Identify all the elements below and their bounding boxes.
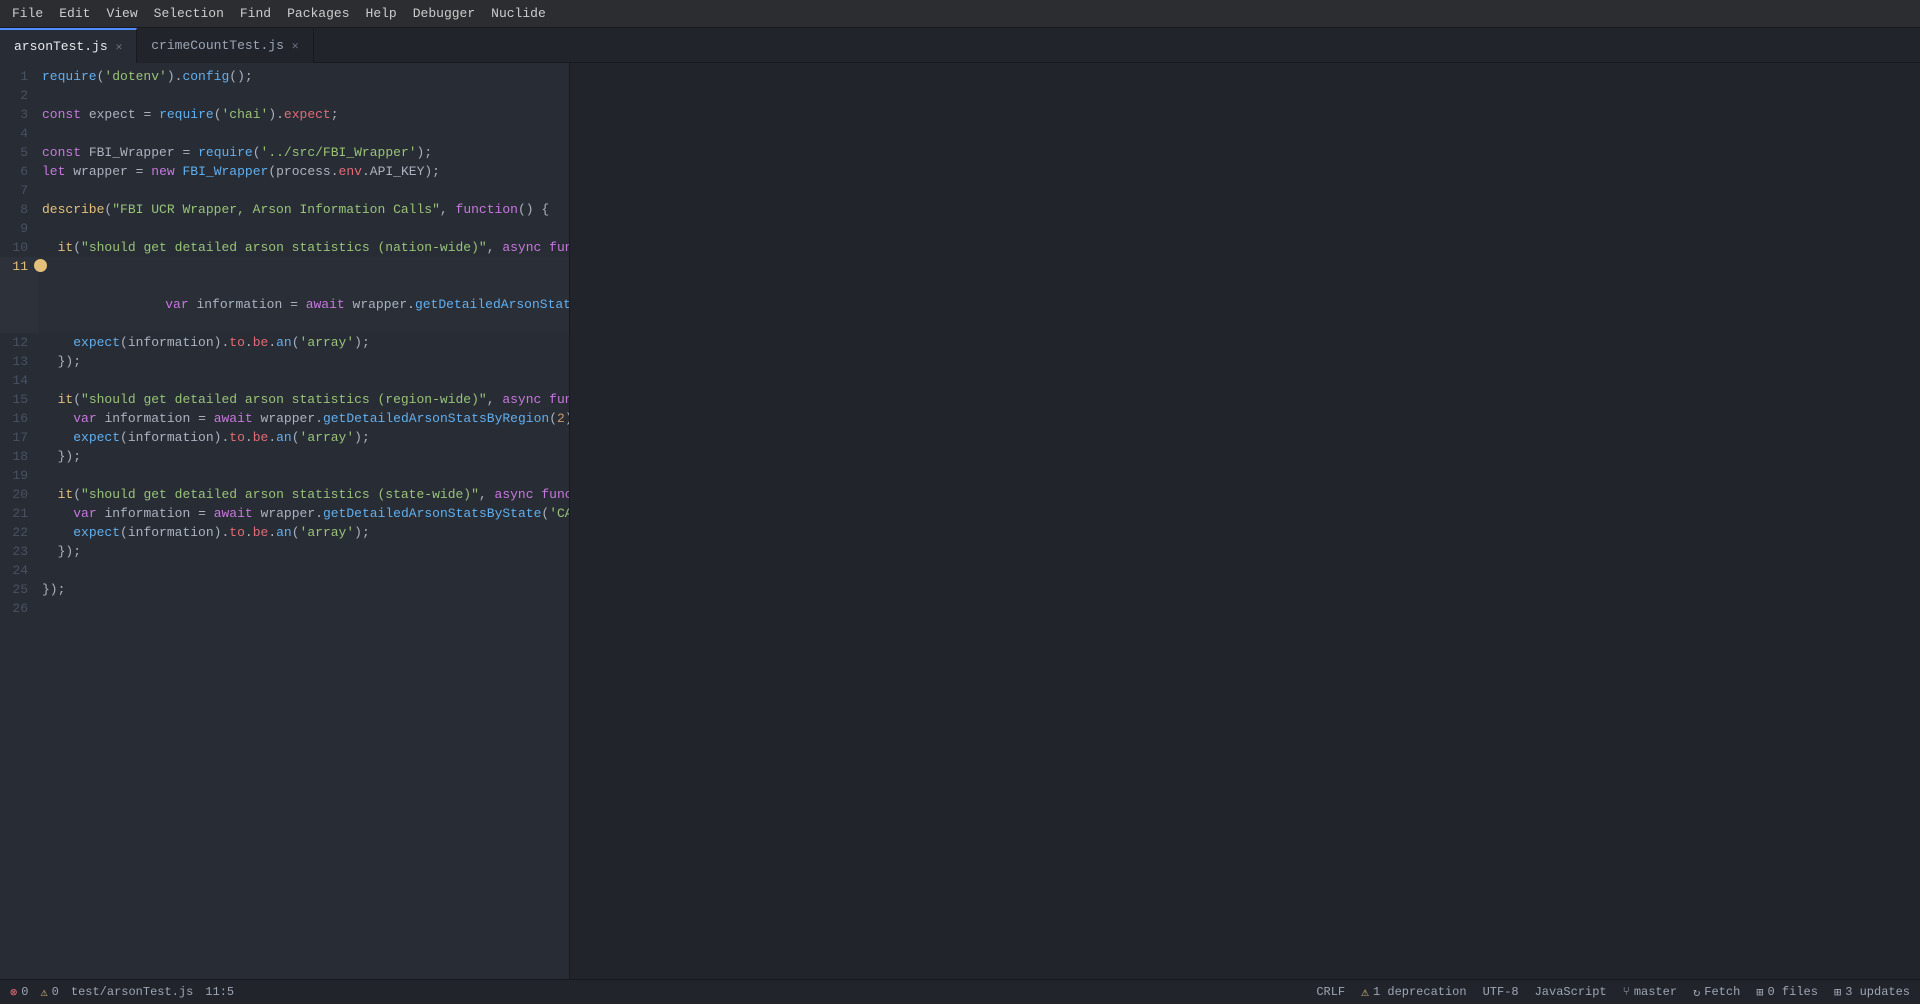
table-row: 1 require('dotenv').config(); <box>0 67 569 86</box>
cursor-position-item[interactable]: 11:5 <box>205 985 234 999</box>
menu-selection[interactable]: Selection <box>146 4 232 23</box>
close-arsontest-icon[interactable]: ✕ <box>116 40 123 54</box>
table-row: 15 it("should get detailed arson statist… <box>0 390 569 409</box>
menu-view[interactable]: View <box>98 4 145 23</box>
error-count: 0 <box>21 985 28 999</box>
table-row: 7 <box>0 181 569 200</box>
git-branch-icon: ⑂ <box>1623 985 1630 999</box>
warning-icon: ⚠ <box>40 985 47 1000</box>
table-row: 16 var information = await wrapper.getDe… <box>0 409 569 428</box>
editor-area: 1 require('dotenv').config(); 2 3 const … <box>0 63 1920 979</box>
table-row: 13 }); <box>0 352 569 371</box>
table-row: 18 }); <box>0 447 569 466</box>
table-row: 10 it("should get detailed arson statist… <box>0 238 569 257</box>
table-row: 3 const expect = require('chai').expect; <box>0 105 569 124</box>
git-branch-label: master <box>1634 985 1677 999</box>
table-row: 26 <box>0 599 569 618</box>
table-row: 19 <box>0 466 569 485</box>
tab-crimecounttest-label: crimeCountTest.js <box>151 38 284 53</box>
menu-help[interactable]: Help <box>358 4 405 23</box>
menu-nuclide[interactable]: Nuclide <box>483 4 554 23</box>
status-right: CRLF ⚠ 1 deprecation UTF-8 JavaScript ⑂ … <box>1316 985 1910 1000</box>
table-row: 14 <box>0 371 569 390</box>
tab-arsontest-label: arsonTest.js <box>14 39 108 54</box>
git-branch-item[interactable]: ⑂ master <box>1623 985 1677 999</box>
encoding-label: UTF-8 <box>1483 985 1519 999</box>
cursor-position: 11:5 <box>205 985 234 999</box>
menu-debugger[interactable]: Debugger <box>405 4 483 23</box>
table-row: 17 expect(information).to.be.an('array')… <box>0 428 569 447</box>
line-ending: CRLF <box>1316 985 1345 999</box>
table-row: 21 var information = await wrapper.getDe… <box>0 504 569 523</box>
language-item[interactable]: JavaScript <box>1535 985 1607 999</box>
tab-crimecounttest[interactable]: crimeCountTest.js ✕ <box>137 28 313 63</box>
files-item[interactable]: ⊞ 0 files <box>1756 985 1818 1000</box>
filepath-item[interactable]: test/arsonTest.js <box>71 985 193 999</box>
close-crimecounttest-icon[interactable]: ✕ <box>292 39 299 53</box>
menu-file[interactable]: File <box>4 4 51 23</box>
menu-packages[interactable]: Packages <box>279 4 357 23</box>
warning-count: 0 <box>52 985 59 999</box>
breakpoint-indicator <box>34 259 47 272</box>
updates-icon: ⊞ <box>1834 985 1841 1000</box>
left-editor-pane[interactable]: 1 require('dotenv').config(); 2 3 const … <box>0 63 570 979</box>
table-row: 22 expect(information).to.be.an('array')… <box>0 523 569 542</box>
table-row: 23 }); <box>0 542 569 561</box>
error-icon: ⊗ <box>10 985 17 1000</box>
filepath-label: test/arsonTest.js <box>71 985 193 999</box>
files-label: 0 files <box>1768 985 1818 999</box>
table-row: 9 <box>0 219 569 238</box>
encoding-item[interactable]: UTF-8 <box>1483 985 1519 999</box>
table-row: 6 let wrapper = new FBI_Wrapper(process.… <box>0 162 569 181</box>
table-row: 20 it("should get detailed arson statist… <box>0 485 569 504</box>
menubar: File Edit View Selection Find Packages H… <box>0 0 1920 28</box>
table-row: 12 expect(information).to.be.an('array')… <box>0 333 569 352</box>
deprecation-item[interactable]: ⚠ 1 deprecation <box>1361 985 1466 1000</box>
language-label: JavaScript <box>1535 985 1607 999</box>
table-row: 2 <box>0 86 569 105</box>
table-row: 24 <box>0 561 569 580</box>
table-row: 8 describe("FBI UCR Wrapper, Arson Infor… <box>0 200 569 219</box>
warning-count-item[interactable]: ⚠ 0 <box>40 985 58 1000</box>
fetch-label: Fetch <box>1704 985 1740 999</box>
code-lines: 1 require('dotenv').config(); 2 3 const … <box>0 63 569 618</box>
line-ending-item[interactable]: CRLF <box>1316 985 1345 999</box>
right-editor-pane <box>570 63 1920 979</box>
menu-edit[interactable]: Edit <box>51 4 98 23</box>
tab-arsontest[interactable]: arsonTest.js ✕ <box>0 28 137 63</box>
files-icon: ⊞ <box>1756 985 1763 1000</box>
deprecation-label: 1 deprecation <box>1373 985 1467 999</box>
deprecation-warn-icon: ⚠ <box>1361 985 1369 1000</box>
updates-item[interactable]: ⊞ 3 updates <box>1834 985 1910 1000</box>
status-left: ⊗ 0 ⚠ 0 test/arsonTest.js 11:5 <box>10 985 234 1000</box>
tabbar: arsonTest.js ✕ crimeCountTest.js ✕ <box>0 28 1920 63</box>
table-row: 25 }); <box>0 580 569 599</box>
table-row: 5 const FBI_Wrapper = require('../src/FB… <box>0 143 569 162</box>
statusbar: ⊗ 0 ⚠ 0 test/arsonTest.js 11:5 CRLF ⚠ 1 … <box>0 979 1920 1004</box>
sync-icon: ↻ <box>1693 985 1700 1000</box>
table-row: 11 var information = await wrapper.getDe… <box>0 257 569 333</box>
fetch-item[interactable]: ↻ Fetch <box>1693 985 1740 1000</box>
error-count-item[interactable]: ⊗ 0 <box>10 985 28 1000</box>
updates-label: 3 updates <box>1845 985 1910 999</box>
table-row: 4 <box>0 124 569 143</box>
menu-find[interactable]: Find <box>232 4 279 23</box>
